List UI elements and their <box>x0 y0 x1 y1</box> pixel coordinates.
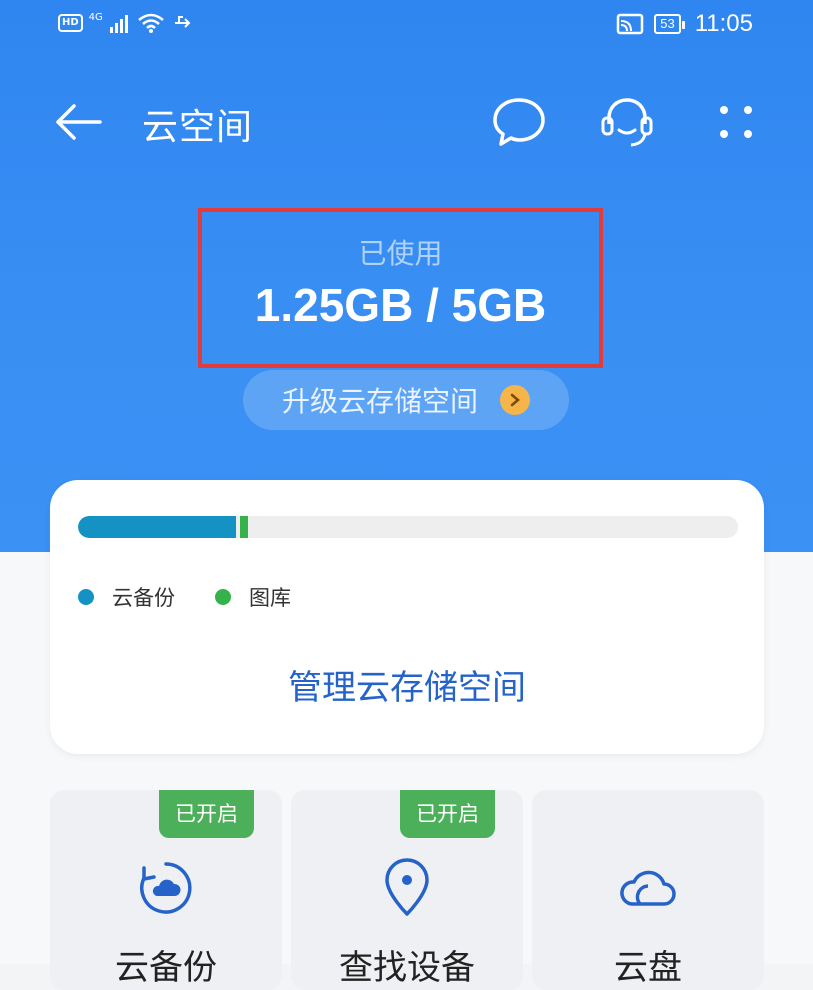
tile-label: 查找设备 <box>339 948 475 988</box>
status-bar: HD 4G 53 11:05 <box>0 0 813 50</box>
tile-cloud-backup[interactable]: 已开启 云备份 <box>50 790 282 990</box>
status-badge: 已开启 <box>400 790 495 838</box>
upgrade-storage-label: 升级云存储空间 <box>281 385 478 418</box>
legend-item-backup: 云备份 <box>78 582 175 612</box>
tile-find-device[interactable]: 已开启 查找设备 <box>291 790 523 990</box>
more-icon[interactable] <box>708 94 764 150</box>
hd-icon: HD <box>58 14 83 32</box>
storage-usage-bar <box>78 516 738 538</box>
tile-label: 云盘 <box>614 948 682 988</box>
tile-label: 云备份 <box>115 948 217 988</box>
battery-icon: 53 <box>654 14 686 34</box>
cloud-backup-icon <box>140 862 192 914</box>
backup-dot-icon <box>78 589 94 605</box>
tile-cloud-drive[interactable]: 云盘 <box>532 790 764 990</box>
used-label: 已使用 <box>358 237 443 270</box>
wifi-icon <box>137 13 164 33</box>
gallery-dot-icon <box>215 589 231 605</box>
message-icon[interactable] <box>491 94 547 150</box>
status-right: 53 11:05 <box>616 10 753 38</box>
legend-item-gallery: 图库 <box>215 582 291 612</box>
gallery-usage-segment <box>240 516 248 538</box>
signal-icon <box>109 15 128 33</box>
back-arrow-icon[interactable] <box>52 96 104 148</box>
usage-summary: 已使用 1.25GB / 5GB <box>198 208 603 368</box>
usb-icon <box>174 16 191 28</box>
cast-icon <box>617 13 644 35</box>
location-pin-icon <box>385 858 429 916</box>
customer-service-icon[interactable] <box>599 94 655 150</box>
legend-label-backup: 云备份 <box>112 586 175 610</box>
page-title: 云空间 <box>142 107 254 148</box>
clock: 11:05 <box>694 10 753 37</box>
status-badge: 已开启 <box>159 790 254 838</box>
cloud-drive-icon <box>620 870 676 906</box>
upgrade-storage-button[interactable]: 升级云存储空间 <box>243 370 569 430</box>
network-label: 4G <box>88 12 103 23</box>
storage-legend: 云备份 图库 <box>78 582 331 612</box>
chevron-right-icon <box>500 385 530 415</box>
used-value: 1.25GB / 5GB <box>254 279 547 331</box>
legend-label-gallery: 图库 <box>249 586 291 610</box>
storage-card: 云备份 图库 管理云存储空间 <box>50 480 764 754</box>
manage-storage-link[interactable]: 管理云存储空间 <box>50 660 764 709</box>
status-left: HD 4G <box>58 12 193 34</box>
app-bar: 云空间 <box>0 90 813 154</box>
backup-usage-segment <box>78 516 236 538</box>
